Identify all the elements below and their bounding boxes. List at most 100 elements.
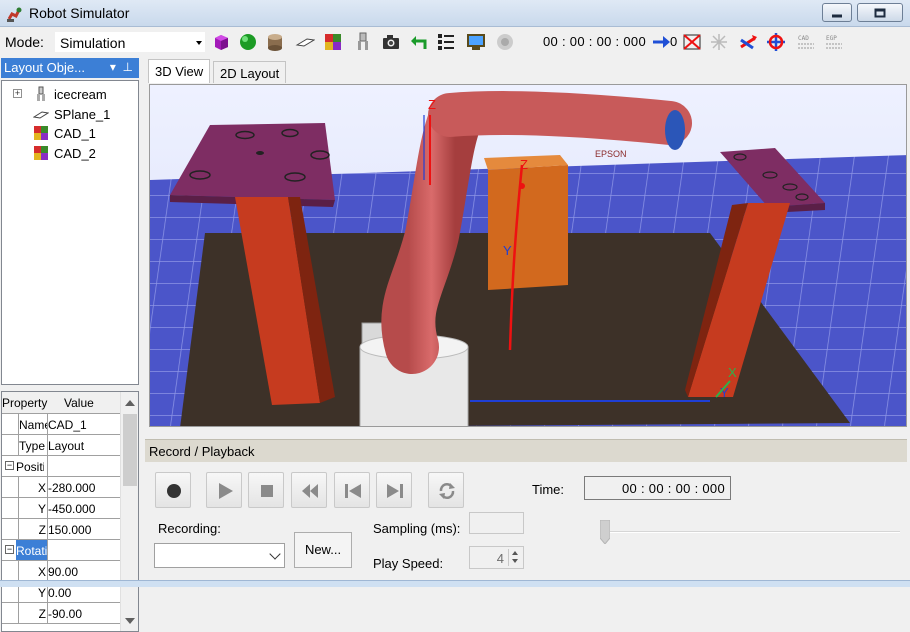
play-button[interactable] bbox=[206, 472, 242, 508]
cad-part-icon[interactable] bbox=[323, 32, 343, 52]
value-column-header: Value bbox=[64, 396, 94, 410]
pane-title: Layout Obje... bbox=[4, 60, 85, 75]
property-row-rotation[interactable]: −Rotation bbox=[2, 540, 120, 561]
property-row-position-z[interactable]: Z 150.000 bbox=[2, 519, 120, 540]
property-key: X bbox=[37, 481, 46, 495]
record-playback-header: Record / Playback bbox=[145, 439, 907, 462]
monitor-icon[interactable] bbox=[466, 32, 486, 52]
collision-icon[interactable] bbox=[682, 32, 702, 52]
property-grid-header: Property Value bbox=[2, 392, 120, 414]
play-speed-stepper[interactable]: 4 bbox=[469, 546, 524, 569]
property-key: Y bbox=[37, 502, 46, 516]
playback-slider-track[interactable] bbox=[600, 531, 900, 533]
skip-end-button[interactable] bbox=[376, 472, 412, 508]
3d-viewport[interactable]: EPSON Z Z Y X Y bbox=[149, 84, 907, 427]
record-button[interactable] bbox=[155, 472, 191, 508]
property-value: 90.00 bbox=[48, 565, 79, 579]
property-row-position-y[interactable]: Y -450.000 bbox=[2, 498, 120, 519]
recording-dropdown[interactable] bbox=[154, 543, 285, 568]
loop-icon bbox=[439, 483, 455, 499]
scroll-up-icon[interactable] bbox=[125, 400, 135, 406]
green-sphere-icon[interactable] bbox=[238, 32, 258, 52]
skip-end-icon bbox=[387, 484, 403, 498]
maximize-button[interactable] bbox=[857, 3, 903, 22]
undo-arrow-icon[interactable] bbox=[409, 32, 429, 52]
new-recording-button[interactable]: New... bbox=[294, 532, 352, 568]
rewind-button[interactable] bbox=[291, 472, 327, 508]
object-tree[interactable]: + icecream SPlane_1 CAD_1 CAD_2 bbox=[1, 80, 139, 385]
plane-icon[interactable] bbox=[295, 32, 315, 52]
egp-icon[interactable]: EGP bbox=[824, 32, 844, 52]
cylinder-icon[interactable] bbox=[265, 32, 285, 52]
property-row-rotation-z[interactable]: Z -90.00 bbox=[2, 603, 120, 624]
spinner-arrows-icon[interactable] bbox=[508, 549, 521, 566]
tree-item-label: icecream bbox=[54, 87, 107, 102]
property-value: 0.00 bbox=[48, 586, 72, 600]
property-row-position[interactable]: −Position bbox=[2, 456, 120, 477]
axis-label-z-left: Z bbox=[428, 97, 436, 112]
scroll-down-icon[interactable] bbox=[125, 618, 135, 624]
axes-icon[interactable] bbox=[738, 32, 758, 52]
move-axes-icon[interactable] bbox=[766, 32, 786, 52]
gripper-icon[interactable] bbox=[353, 32, 373, 52]
pane-dropdown-pin-icon[interactable]: ▾ ⊥ bbox=[110, 60, 133, 74]
minimize-button[interactable] bbox=[822, 3, 852, 22]
property-row-type[interactable]: Type Layout bbox=[2, 435, 120, 456]
tree-expand-icon[interactable]: + bbox=[13, 89, 22, 98]
stop-button[interactable] bbox=[248, 472, 284, 508]
camera-icon[interactable] bbox=[381, 32, 401, 52]
property-key: Rotation bbox=[16, 540, 47, 560]
app-robot-icon bbox=[7, 7, 22, 22]
axis-label-z-mid: Z bbox=[520, 157, 528, 172]
purple-box-icon[interactable] bbox=[211, 32, 231, 52]
loop-button[interactable] bbox=[428, 472, 464, 508]
mode-value: Simulation bbox=[60, 35, 126, 51]
property-key: X bbox=[37, 565, 46, 579]
svg-text:EGP: EGP bbox=[826, 35, 837, 42]
mode-dropdown[interactable]: Simulation bbox=[54, 31, 206, 53]
collision-disabled-icon[interactable] bbox=[709, 32, 729, 52]
time-label: Time: bbox=[532, 482, 565, 497]
arrow-counter-icon[interactable] bbox=[652, 32, 672, 52]
tree-item-label: CAD_1 bbox=[54, 126, 96, 141]
collapse-icon[interactable]: − bbox=[5, 545, 14, 554]
play-speed-label: Play Speed: bbox=[373, 556, 444, 571]
property-grid-scrollbar[interactable] bbox=[120, 392, 138, 631]
robot-brand-text: EPSON bbox=[595, 149, 627, 159]
svg-text:CAD: CAD bbox=[798, 35, 809, 42]
minimize-icon bbox=[832, 14, 842, 17]
record-playback-panel: Time: 00 : 00 : 00 : 000 Recording: New.… bbox=[145, 462, 907, 580]
tab-2d-layout[interactable]: 2D Layout bbox=[213, 61, 287, 83]
property-key: Z bbox=[38, 607, 46, 621]
tab-3d-view[interactable]: 3D View bbox=[148, 59, 211, 83]
property-grid[interactable]: Property Value NameCAD_1 TypeLayout −Pos… bbox=[1, 391, 139, 632]
title-bar: Robot Simulator bbox=[0, 0, 910, 27]
property-row-rotation-x[interactable]: X 90.00 bbox=[2, 561, 120, 582]
property-row-name[interactable]: NameCAD_1 bbox=[2, 414, 120, 435]
property-key: Name bbox=[19, 418, 47, 432]
property-value: CAD_1 bbox=[48, 418, 87, 432]
sampling-label: Sampling (ms): bbox=[373, 521, 461, 536]
property-value: -280.000 bbox=[48, 481, 96, 495]
scroll-thumb[interactable] bbox=[123, 414, 137, 486]
property-value: 150.000 bbox=[48, 523, 92, 537]
recording-label: Recording: bbox=[158, 521, 221, 536]
disabled-part-icon[interactable] bbox=[495, 32, 515, 52]
skip-start-button[interactable] bbox=[334, 472, 370, 508]
cad-to-point-icon[interactable]: CAD bbox=[796, 32, 816, 52]
playback-slider-thumb[interactable] bbox=[600, 520, 610, 544]
property-key: Y bbox=[37, 586, 46, 600]
chevron-down-icon bbox=[196, 41, 202, 45]
sampling-input[interactable] bbox=[469, 512, 524, 534]
layout-objects-pane: Layout Obje... ▾ ⊥ + icecream SPlane_1 C… bbox=[0, 58, 141, 632]
play-speed-value: 4 bbox=[496, 551, 504, 566]
layout-objects-header[interactable]: Layout Obje... ▾ ⊥ bbox=[1, 58, 139, 78]
stop-icon bbox=[261, 485, 273, 497]
robot-icon bbox=[37, 86, 45, 101]
chevron-down-icon bbox=[269, 548, 281, 560]
mode-label: Mode: bbox=[5, 34, 44, 50]
collapse-icon[interactable]: − bbox=[5, 461, 14, 470]
layout-list-icon[interactable] bbox=[436, 32, 456, 52]
property-key: Type bbox=[19, 439, 46, 453]
property-row-position-x[interactable]: X -280.000 bbox=[2, 477, 120, 498]
